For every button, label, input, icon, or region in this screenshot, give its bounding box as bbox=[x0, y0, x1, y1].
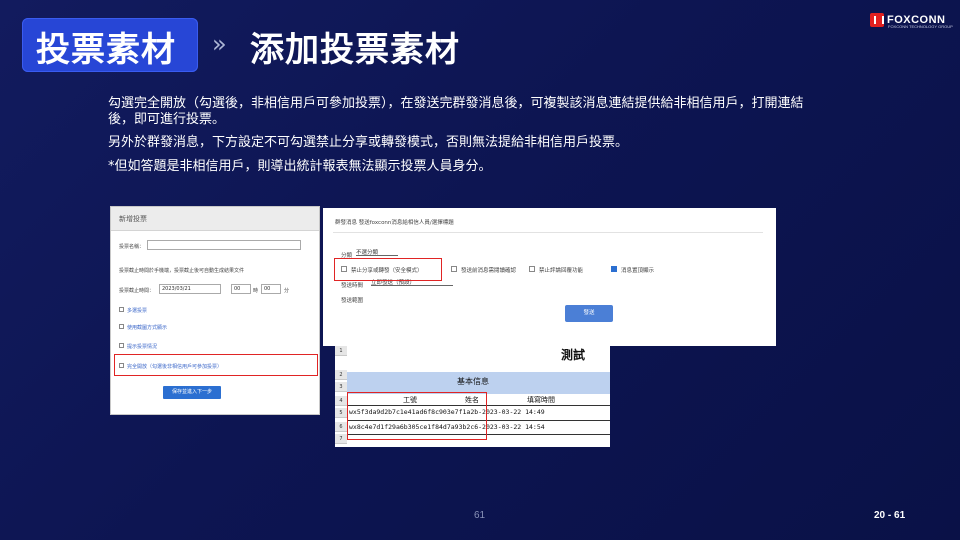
form-title: 新增投票 bbox=[111, 207, 319, 231]
forbid-comment-label: 禁止評論回覆功能 bbox=[539, 268, 584, 274]
form-deadline-input[interactable]: 2023/03/21 bbox=[159, 284, 221, 294]
form-minute-select[interactable]: 00 bbox=[261, 284, 281, 294]
option-multi-label: 多選投票 bbox=[127, 308, 148, 314]
form-screenshot: 新增投票 投票名稱： 投票截止時間於手機端，投票截止後可自動生成結果文件 投票截… bbox=[110, 206, 320, 415]
form-deadline-label: 投票截止時間： bbox=[119, 288, 155, 294]
paragraph-3: *但如答題是非相信用戶，則導出統計報表無法顯示投票人員身分。 bbox=[108, 159, 492, 174]
form-name-input[interactable] bbox=[147, 240, 301, 250]
option-screenshot-label: 使用截圖方式顯示 bbox=[127, 325, 168, 331]
send-scope-label: 發送範圍 bbox=[341, 298, 364, 304]
option-checkbox-screenshot[interactable] bbox=[119, 324, 124, 329]
row-number: 7 bbox=[335, 434, 347, 444]
form-hour-unit: 時 bbox=[253, 288, 259, 294]
settings-divider bbox=[333, 232, 763, 233]
paragraph-1: 勾選完全開放（勾選後，非相信用戶可參加投票），在發送完群發消息後，可複製該消息連… bbox=[108, 96, 804, 127]
column-header-time: 填寫時間 bbox=[527, 396, 555, 404]
sheet-band-label: 基本信息 bbox=[457, 377, 489, 386]
form-desc: 投票截止時間於手機端，投票截止後可自動生成結果文件 bbox=[119, 268, 245, 274]
option-checkbox-hint[interactable] bbox=[119, 343, 124, 348]
pin-top-checkbox[interactable] bbox=[611, 266, 617, 272]
read-confirm-label: 發送前消息需閱讀確認 bbox=[461, 268, 517, 274]
page-title: 投票素材 bbox=[36, 30, 176, 70]
form-name-label: 投票名稱： bbox=[119, 244, 145, 250]
logo-subtext: FOXCONN TECHNOLOGY GROUP bbox=[888, 24, 953, 29]
settings-type-select[interactable]: 不選分類 bbox=[356, 248, 398, 256]
highlight-open-option bbox=[114, 354, 318, 376]
page-number: 61 bbox=[474, 510, 486, 521]
row-number: 2 bbox=[335, 370, 347, 380]
foxconn-logo-icon bbox=[870, 13, 884, 27]
form-hour-select[interactable]: 00 bbox=[231, 284, 251, 294]
form-submit-button[interactable]: 保存並進入下一步 bbox=[163, 386, 221, 399]
page-subtitle: 添加投票素材 bbox=[250, 30, 460, 70]
option-checkbox-multi[interactable] bbox=[119, 307, 124, 312]
row-number: 4 bbox=[335, 396, 347, 406]
settings-heading: 群發消息 發送foxconn消息給相信人員/選擇標題 bbox=[335, 220, 454, 226]
row-number: 6 bbox=[335, 422, 347, 432]
option-hint-label: 提示投票情況 bbox=[127, 344, 158, 350]
row-number: 3 bbox=[335, 382, 347, 392]
forbid-comment-checkbox[interactable] bbox=[529, 266, 535, 272]
double-chevron-right-icon: » bbox=[212, 30, 226, 58]
send-time-label: 發送時間 bbox=[341, 283, 364, 289]
header: 投票素材 » 添加投票素材 bbox=[0, 0, 960, 90]
pin-top-label: 消息置頂顯示 bbox=[621, 268, 655, 274]
send-button[interactable]: 發送 bbox=[565, 305, 613, 322]
highlight-forbid-share bbox=[334, 258, 442, 281]
form-minute-unit: 分 bbox=[284, 288, 290, 294]
row-number: 1 bbox=[335, 346, 347, 356]
read-confirm-checkbox[interactable] bbox=[451, 266, 457, 272]
highlight-user-ids bbox=[347, 392, 487, 440]
row-number: 5 bbox=[335, 408, 347, 418]
sheet-title: 測試 bbox=[561, 348, 586, 362]
page-reference: 20 - 61 bbox=[874, 510, 906, 521]
paragraph-2: 另外於群發消息，下方設定不可勾選禁止分享或轉發模式，否則無法提給非相信用戶投票。 bbox=[108, 135, 629, 150]
